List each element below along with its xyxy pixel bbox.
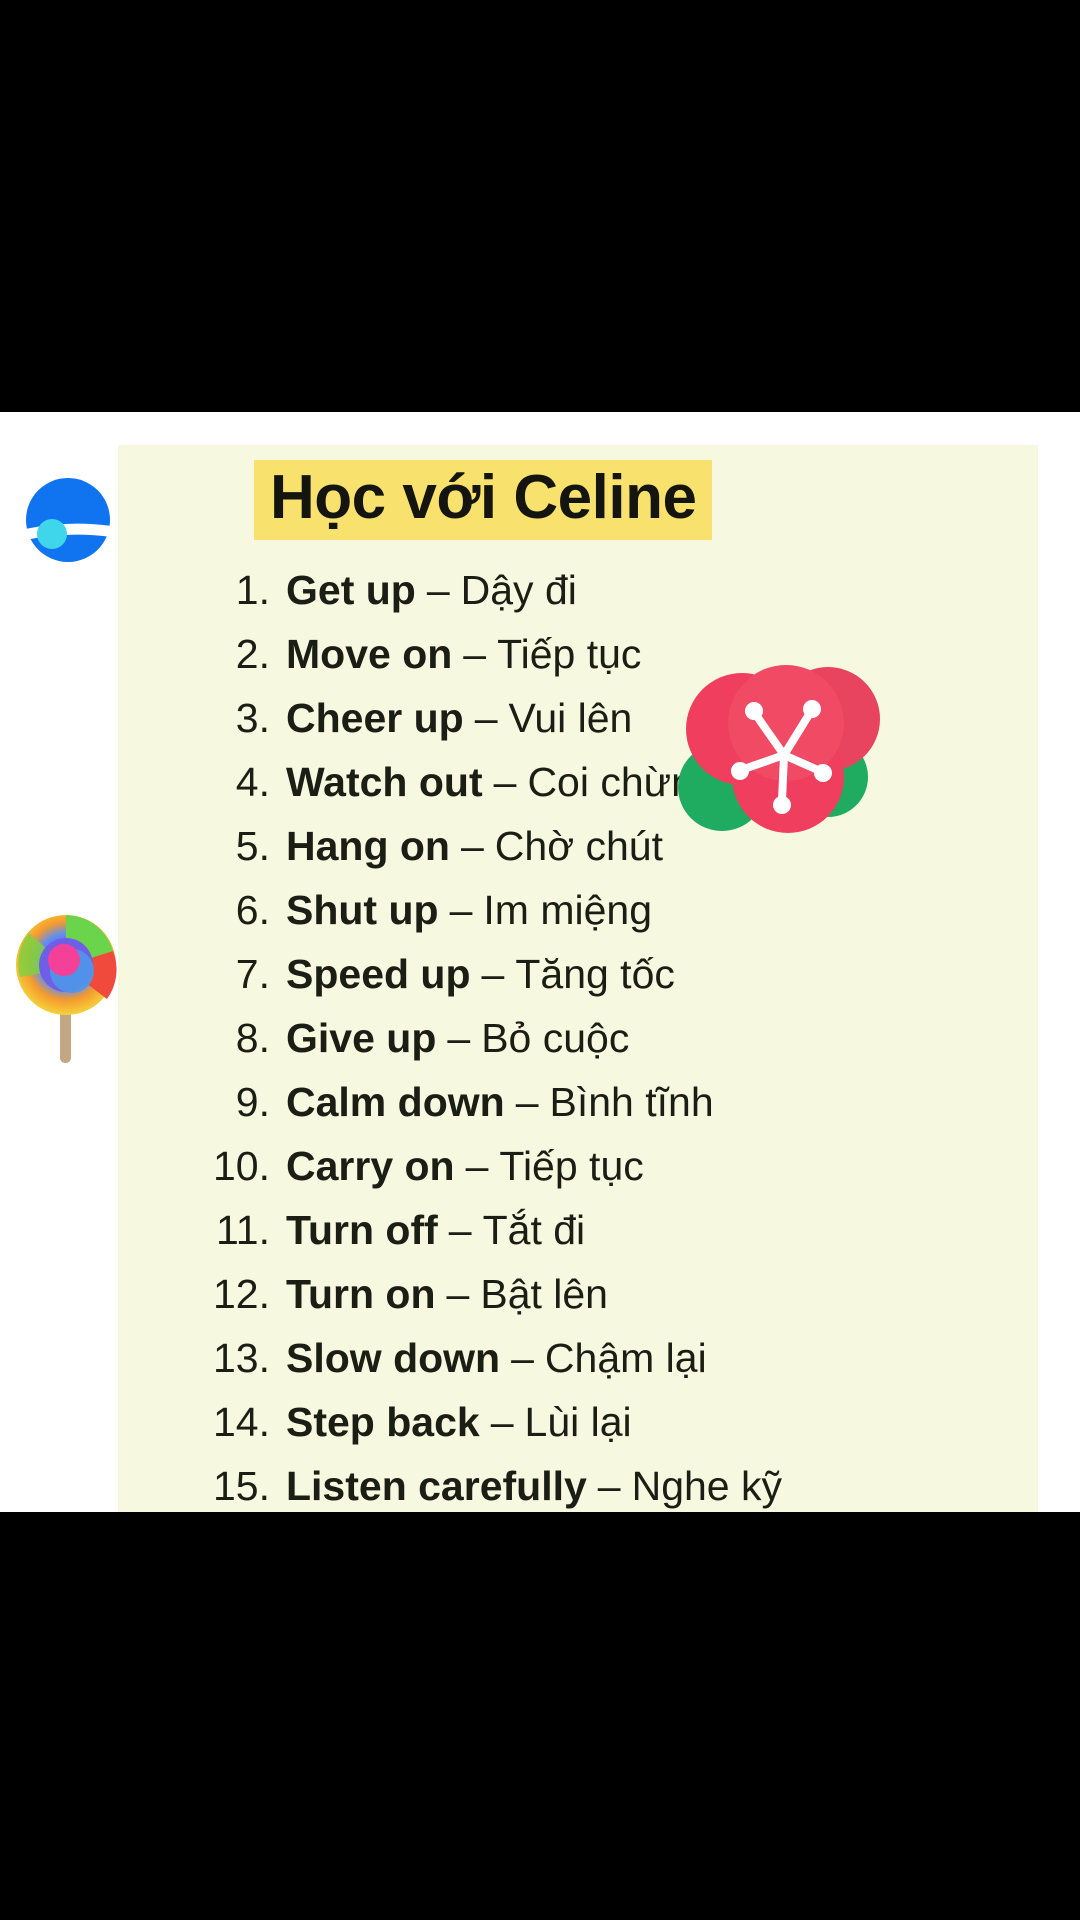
list-item-dash: – bbox=[463, 631, 487, 677]
list-item-dash: – bbox=[597, 1463, 621, 1509]
letterbox-top bbox=[0, 0, 1080, 412]
list-item-meaning: Bật lên bbox=[480, 1271, 608, 1317]
list-item-number: 1. bbox=[235, 567, 270, 613]
list-item: 14. Step back – Lùi lại bbox=[118, 1399, 1038, 1463]
phrasal-verb-list: 1. Get up – Dậy đi 2. Move on – Tiếp tục… bbox=[118, 567, 1038, 1512]
list-item-phrase: Step back bbox=[286, 1399, 480, 1445]
list-item-phrase: Cheer up bbox=[286, 695, 464, 741]
list-item-dash: – bbox=[465, 1143, 489, 1189]
list-item: 12. Turn on – Bật lên bbox=[118, 1271, 1038, 1335]
list-item-meaning: Tiếp tục bbox=[499, 1143, 644, 1189]
flower-icon bbox=[660, 657, 890, 852]
list-item: 1. Get up – Dậy đi bbox=[118, 567, 1038, 631]
list-item-dash: – bbox=[448, 1207, 472, 1253]
list-item-number: 2. bbox=[235, 631, 270, 677]
list-item-dash: – bbox=[493, 759, 517, 805]
lollipop-icon bbox=[12, 907, 120, 1067]
list-item-number: 5. bbox=[235, 823, 270, 869]
list-item-meaning: Nghe kỹ bbox=[631, 1463, 783, 1509]
list-item: 5. Hang on – Chờ chút bbox=[118, 823, 1038, 887]
list-item: 2. Move on – Tiếp tục bbox=[118, 631, 1038, 695]
list-item-dash: – bbox=[511, 1335, 534, 1381]
note-card: Học với Celine 1. Get up – Dậy đi 2. Mov… bbox=[118, 445, 1038, 1512]
list-item-number: 4. bbox=[235, 759, 270, 805]
list-item-phrase: Turn off bbox=[286, 1207, 438, 1253]
list-item-meaning: Dậy đi bbox=[460, 567, 577, 613]
list-item-number: 6. bbox=[235, 887, 270, 933]
list-item: 9. Calm down – Bình tĩnh bbox=[118, 1079, 1038, 1143]
list-item-phrase: Slow down bbox=[286, 1335, 501, 1381]
list-item: 10. Carry on – Tiếp tục bbox=[118, 1143, 1038, 1207]
list-item-number: 8. bbox=[235, 1015, 270, 1061]
list-item: 8. Give up – Bỏ cuộc bbox=[118, 1015, 1038, 1079]
list-item-meaning: Bình tĩnh bbox=[549, 1079, 714, 1125]
list-item-number: 12. bbox=[213, 1271, 270, 1317]
list-item-phrase: Listen carefully bbox=[286, 1463, 587, 1509]
list-item-dash: – bbox=[474, 695, 498, 741]
planet-icon bbox=[22, 474, 114, 566]
list-item-phrase: Speed up bbox=[286, 951, 471, 997]
list-item-phrase: Give up bbox=[286, 1015, 437, 1061]
list-item-phrase: Move on bbox=[286, 631, 453, 677]
list-item-phrase: Shut up bbox=[286, 887, 439, 933]
list-item-dash: – bbox=[449, 887, 473, 933]
list-item-phrase: Carry on bbox=[286, 1143, 455, 1189]
list-item: 4. Watch out – Coi chừng bbox=[118, 759, 1038, 823]
slide-content: Học với Celine 1. Get up – Dậy đi 2. Mov… bbox=[0, 412, 1080, 1512]
list-item-meaning: Tăng tốc bbox=[515, 951, 675, 997]
list-item-number: 9. bbox=[235, 1079, 270, 1125]
list-item-meaning: Chờ chút bbox=[494, 823, 663, 869]
list-item-number: 13. bbox=[213, 1335, 270, 1381]
list-item-dash: – bbox=[490, 1399, 514, 1445]
list-item-dash: – bbox=[460, 823, 484, 869]
list-item-number: 15. bbox=[213, 1463, 270, 1509]
page-title: Học với Celine bbox=[254, 460, 713, 541]
list-item: 15. Listen carefully – Nghe kỹ bbox=[118, 1463, 1038, 1512]
list-item-dash: – bbox=[515, 1079, 539, 1125]
list-item-number: 7. bbox=[235, 951, 270, 997]
list-item-number: 10. bbox=[213, 1143, 270, 1189]
list-item-phrase: Watch out bbox=[286, 759, 483, 805]
list-item: 6. Shut up – Im miệng bbox=[118, 887, 1038, 951]
list-item-meaning: Tiếp tục bbox=[497, 631, 642, 677]
list-item-meaning: Tắt đi bbox=[482, 1207, 586, 1253]
list-item-meaning: Lùi lại bbox=[524, 1399, 632, 1445]
list-item-phrase: Hang on bbox=[286, 823, 450, 869]
list-item-phrase: Calm down bbox=[286, 1079, 505, 1125]
list-item-meaning: Im miệng bbox=[483, 887, 652, 933]
list-item: 7. Speed up – Tăng tốc bbox=[118, 951, 1038, 1015]
list-item-meaning: Chậm lại bbox=[544, 1335, 707, 1381]
list-item: 3. Cheer up – Vui lên bbox=[118, 695, 1038, 759]
letterbox-bottom bbox=[0, 1512, 1080, 1920]
list-item-dash: – bbox=[426, 567, 450, 613]
list-item-phrase: Turn on bbox=[286, 1271, 436, 1317]
screen: Học với Celine 1. Get up – Dậy đi 2. Mov… bbox=[0, 0, 1080, 1920]
list-item-dash: – bbox=[446, 1271, 470, 1317]
list-item-dash: – bbox=[447, 1015, 471, 1061]
list-item-phrase: Get up bbox=[286, 567, 416, 613]
list-item-number: 14. bbox=[213, 1399, 270, 1445]
list-item-meaning: Bỏ cuộc bbox=[481, 1015, 630, 1061]
list-item: 11. Turn off – Tắt đi bbox=[118, 1207, 1038, 1271]
list-item: 13. Slow down – Chậm lại bbox=[118, 1335, 1038, 1399]
list-item-number: 3. bbox=[235, 695, 270, 741]
list-item-number: 11. bbox=[216, 1207, 270, 1253]
title-highlight-text: Học với Celine bbox=[254, 460, 713, 541]
list-item-meaning: Vui lên bbox=[508, 695, 633, 741]
list-item-dash: – bbox=[481, 951, 505, 997]
